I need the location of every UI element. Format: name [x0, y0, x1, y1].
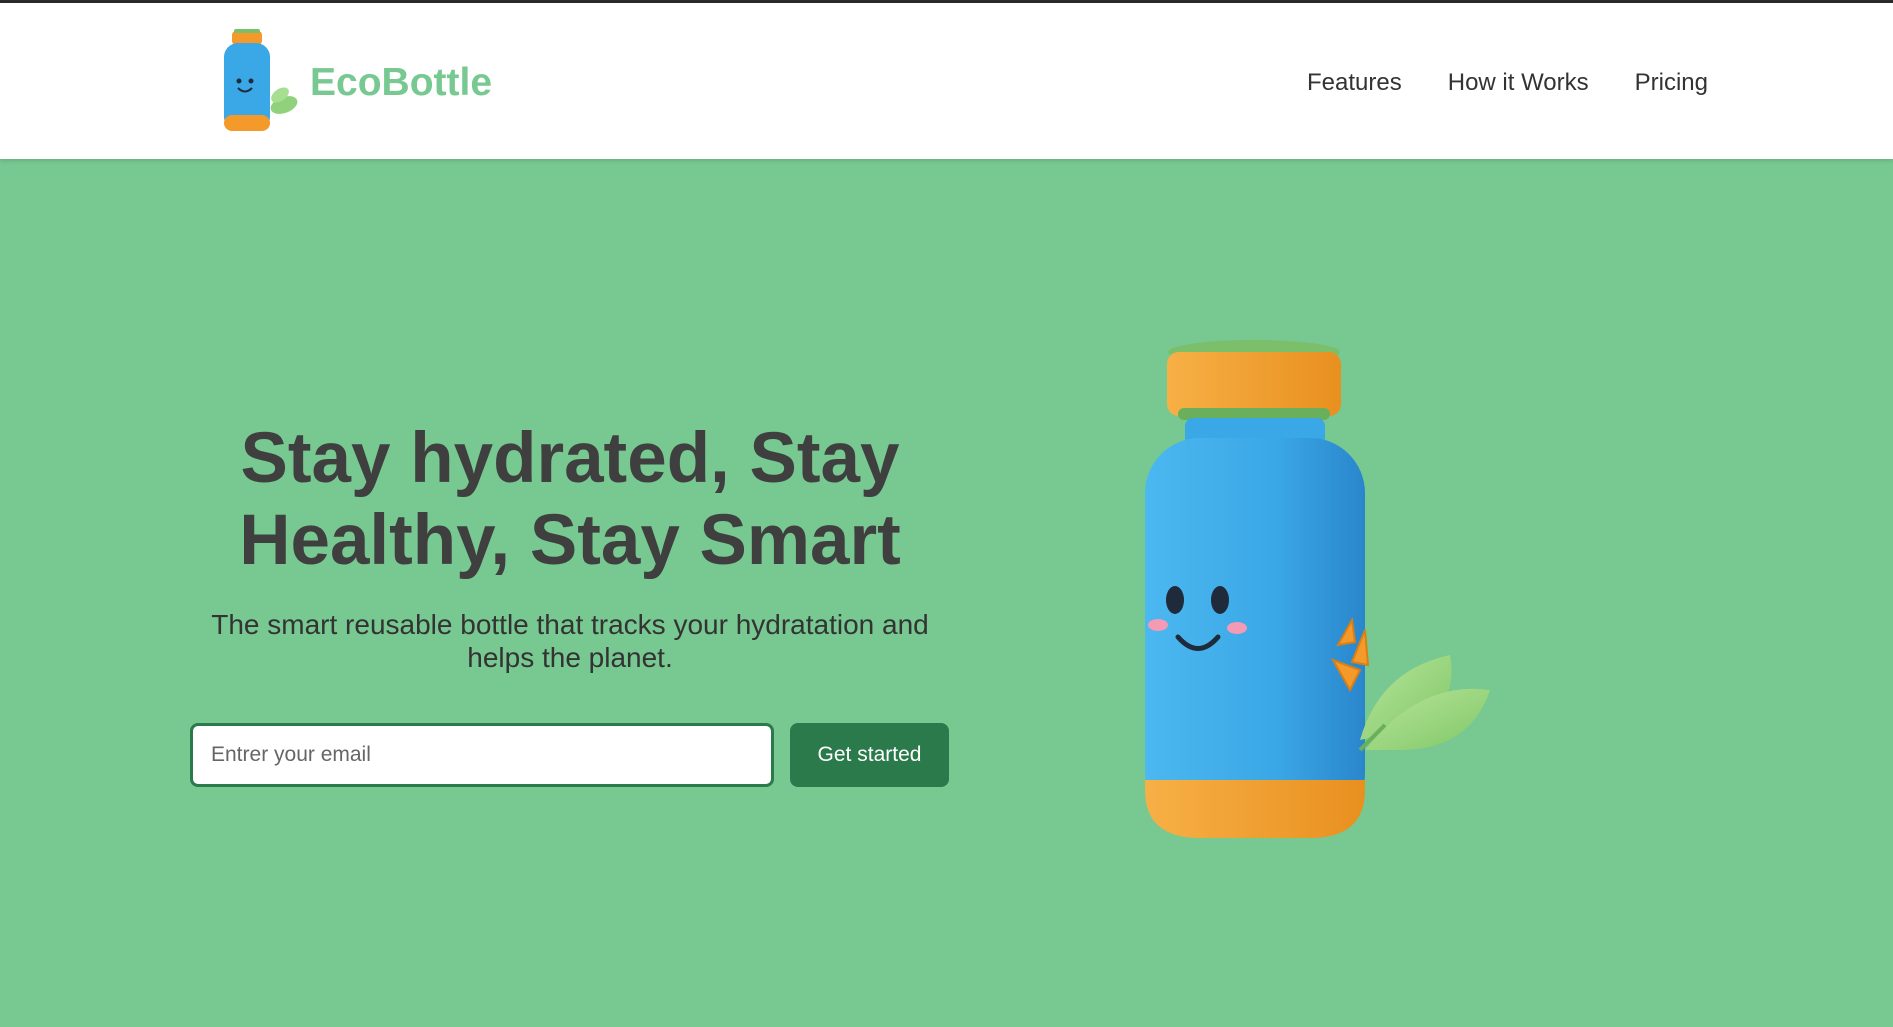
- nav-link-features[interactable]: Features: [1307, 67, 1402, 99]
- hero-subtitle: The smart reusable bottle that tracks yo…: [211, 609, 929, 673]
- get-started-button[interactable]: Get started: [790, 723, 949, 787]
- email-input[interactable]: [190, 723, 774, 787]
- brand-name[interactable]: EcoBottle: [310, 59, 492, 107]
- bottle-logo-icon[interactable]: [222, 29, 300, 133]
- nav-link-pricing[interactable]: Pricing: [1635, 67, 1708, 99]
- navbar: EcoBottle Features How it Works Pricing: [0, 3, 1893, 159]
- hero-title: Stay hydrated, Stay Healthy, Stay Smart: [239, 419, 901, 580]
- nav-link-how-it-works[interactable]: How it Works: [1448, 67, 1589, 99]
- bottle-mascot-illustration: [1145, 340, 1490, 838]
- nav-links: Features How it Works Pricing: [1307, 67, 1708, 99]
